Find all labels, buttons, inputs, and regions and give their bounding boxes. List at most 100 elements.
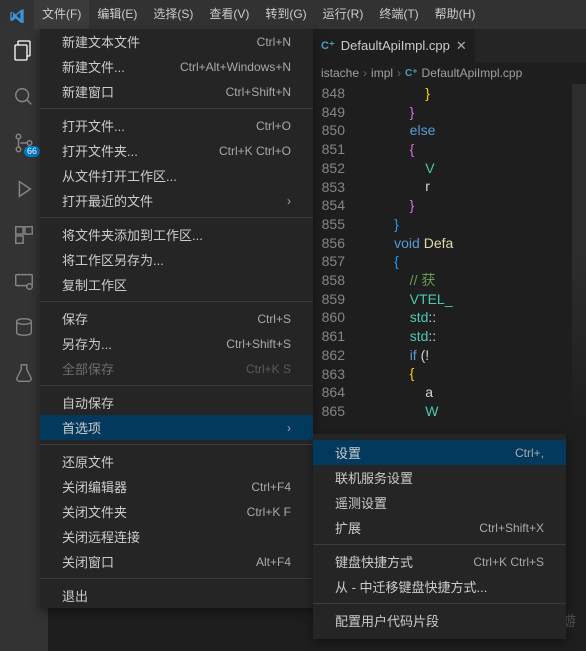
menu-shortcut: Ctrl+N: [257, 35, 291, 49]
menu-row: 全部保存Ctrl+K S: [40, 356, 313, 381]
code-line: {: [357, 252, 586, 271]
breadcrumb-item[interactable]: impl: [371, 66, 393, 80]
menu-item[interactable]: 转到(G): [257, 0, 314, 29]
menu-row[interactable]: 关闭编辑器 Ctrl+F4: [40, 474, 313, 499]
menu-row[interactable]: 扩展 Ctrl+Shift+X: [313, 515, 566, 540]
menu-row[interactable]: 打开文件...Ctrl+O: [40, 113, 313, 138]
menu-row[interactable]: 关闭远程连接: [40, 524, 313, 549]
menu-item[interactable]: 帮助(H): [427, 0, 484, 29]
menu-row[interactable]: 还原文件: [40, 449, 313, 474]
menu-row[interactable]: 退出: [40, 583, 313, 608]
menu-label: 扩展: [335, 518, 465, 537]
menu-row[interactable]: 从 - 中迁移键盘快捷方式...: [313, 574, 566, 599]
menu-row[interactable]: 将文件夹添加到工作区...: [40, 222, 313, 247]
editor-tabs: C⁺ DefaultApiImpl.cpp ✕: [313, 29, 586, 62]
line-number: 851: [313, 140, 345, 159]
menu-row[interactable]: 打开文件夹...Ctrl+K Ctrl+O: [40, 138, 313, 163]
testing-icon[interactable]: [12, 361, 36, 385]
menu-shortcut: Ctrl+Shift+X: [479, 521, 544, 535]
menu-label: 将工作区另存为...: [62, 250, 291, 269]
code-line: // 获: [357, 271, 586, 290]
extensions-icon[interactable]: [12, 223, 36, 247]
line-number: 853: [313, 178, 345, 197]
editor-tab[interactable]: C⁺ DefaultApiImpl.cpp ✕: [313, 29, 476, 62]
menu-shortcut: Ctrl+K S: [246, 362, 291, 376]
menu-label: 配置用户代码片段: [335, 611, 544, 630]
menu-label: 关闭编辑器: [62, 477, 237, 496]
menu-row[interactable]: 从文件打开工作区...: [40, 163, 313, 188]
cpp-file-icon: C⁺: [405, 68, 418, 79]
menu-separator: [40, 444, 313, 445]
menu-item[interactable]: 终端(T): [371, 0, 426, 29]
menu-separator: [313, 544, 566, 545]
menu-separator: [40, 385, 313, 386]
menu-label: 保存: [62, 309, 243, 328]
chevron-right-icon: ›: [363, 66, 367, 80]
menu-item[interactable]: 运行(R): [315, 0, 372, 29]
line-number: 863: [313, 365, 345, 384]
chevron-right-icon: ›: [397, 66, 401, 80]
code-line: V: [357, 159, 586, 178]
menu-row[interactable]: 关闭窗口Alt+F4: [40, 549, 313, 574]
run-debug-icon[interactable]: [12, 177, 36, 201]
breadcrumb-item[interactable]: istache: [321, 66, 359, 80]
menu-separator: [313, 603, 566, 604]
close-icon[interactable]: ✕: [456, 38, 467, 54]
menu-shortcut: Ctrl+F4: [251, 480, 291, 494]
explorer-icon[interactable]: [12, 39, 36, 63]
menu-row[interactable]: 首选项›: [40, 415, 313, 440]
breadcrumb[interactable]: istache › impl › C⁺ DefaultApiImpl.cpp: [313, 62, 586, 84]
menu-separator: [40, 301, 313, 302]
menu-label: 另存为...: [62, 334, 212, 353]
scm-badge: 66: [24, 146, 40, 157]
menu-row[interactable]: 新建窗口Ctrl+Shift+N: [40, 79, 313, 104]
line-number: 857: [313, 252, 345, 271]
menu-shortcut: Ctrl+S: [257, 312, 291, 326]
menu-row[interactable]: 另存为...Ctrl+Shift+S: [40, 331, 313, 356]
code-line: }: [357, 215, 586, 234]
code-line: else: [357, 121, 586, 140]
menu-row[interactable]: 新建文件...Ctrl+Alt+Windows+N: [40, 54, 313, 79]
menu-label: 从文件打开工作区...: [62, 166, 291, 185]
line-number: 864: [313, 383, 345, 402]
minimap[interactable]: [572, 84, 586, 651]
line-number: 860: [313, 308, 345, 327]
remote-icon[interactable]: [12, 269, 36, 293]
code-line: VTEL_: [357, 290, 586, 309]
menu-label: 自动保存: [62, 393, 291, 412]
menu-shortcut: Ctrl+Shift+N: [226, 85, 291, 99]
menu-label: 遥测设置: [335, 493, 544, 512]
code-line: std::: [357, 308, 586, 327]
code-line: std::: [357, 327, 586, 346]
chevron-right-icon: ›: [287, 194, 291, 208]
menu-label: 复制工作区: [62, 275, 291, 294]
menu-row[interactable]: 联机服务设置: [313, 465, 566, 490]
breadcrumb-item[interactable]: DefaultApiImpl.cpp: [422, 66, 523, 80]
menu-row[interactable]: 保存 Ctrl+S: [40, 306, 313, 331]
menu-item[interactable]: 选择(S): [145, 0, 201, 29]
menu-row[interactable]: 遥测设置: [313, 490, 566, 515]
menu-label: 新建文件...: [62, 57, 166, 76]
source-control-icon[interactable]: 66: [12, 131, 36, 155]
menu-item[interactable]: 文件(F): [34, 0, 89, 29]
menu-row[interactable]: 复制工作区: [40, 272, 313, 297]
code-line: void Defa: [357, 234, 586, 253]
search-icon[interactable]: [12, 85, 36, 109]
menu-row[interactable]: 将工作区另存为...: [40, 247, 313, 272]
menu-separator: [40, 217, 313, 218]
menu-item[interactable]: 编辑(E): [89, 0, 145, 29]
menu-row[interactable]: 自动保存: [40, 390, 313, 415]
menu-row[interactable]: 新建文本文件Ctrl+N: [40, 29, 313, 54]
code-line: }: [357, 103, 586, 122]
line-number: 855: [313, 215, 345, 234]
menu-label: 还原文件: [62, 452, 291, 471]
menu-row[interactable]: 打开最近的文件›: [40, 188, 313, 213]
database-icon[interactable]: [12, 315, 36, 339]
menu-row[interactable]: 设置Ctrl+,: [313, 440, 566, 465]
menu-item[interactable]: 查看(V): [201, 0, 257, 29]
menu-label: 设置: [335, 443, 501, 462]
menu-row[interactable]: 配置用户代码片段: [313, 608, 566, 633]
menu-row[interactable]: 关闭文件夹Ctrl+K F: [40, 499, 313, 524]
menu-shortcut: Ctrl+O: [256, 119, 291, 133]
menu-row[interactable]: 键盘快捷方式Ctrl+K Ctrl+S: [313, 549, 566, 574]
